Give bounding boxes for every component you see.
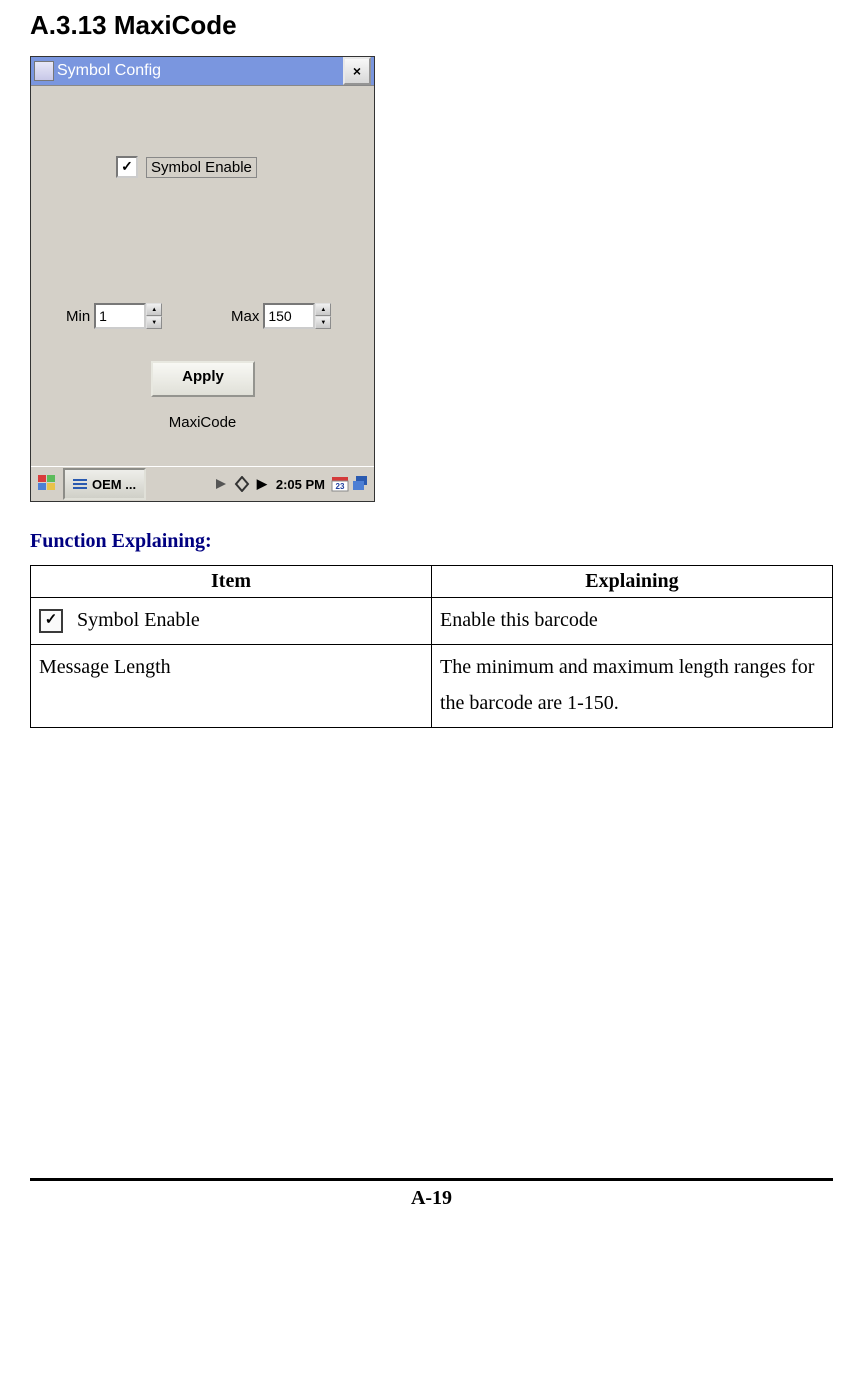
max-spin-down[interactable]: ▼	[315, 316, 331, 329]
tray-icon-2[interactable]	[233, 475, 251, 493]
tray-arrow-icon: ▶	[257, 476, 267, 492]
header-explaining: Explaining	[432, 566, 833, 598]
cell-message-length-explaining: The minimum and maximum length ranges fo…	[432, 645, 833, 728]
checkbox-icon: ✓	[39, 609, 63, 633]
cell-message-length-item: Message Length	[31, 645, 432, 728]
footer-divider	[30, 1178, 833, 1181]
header-item: Item	[31, 566, 432, 598]
tray-icon-1[interactable]	[212, 475, 230, 493]
min-spin-down[interactable]: ▼	[146, 316, 162, 329]
cell-symbol-enable-item: ✓ Symbol Enable	[31, 598, 432, 645]
explain-table: Item Explaining ✓ Symbol Enable Enable th…	[30, 565, 833, 728]
window-icon	[34, 61, 54, 81]
apply-button[interactable]: Apply	[151, 361, 255, 397]
tray-calendar-icon[interactable]: 23	[331, 475, 349, 493]
table-row: Message Length The minimum and maximum l…	[31, 645, 833, 728]
svg-text:23: 23	[336, 482, 345, 491]
window-titlebar: Symbol Config ×	[31, 57, 374, 86]
tray-windows-icon[interactable]	[352, 475, 370, 493]
taskbar-app-label: OEM ...	[92, 477, 136, 492]
tray-clock: 2:05 PM	[276, 477, 325, 492]
cell-item-text: Symbol Enable	[77, 609, 200, 631]
max-spin-up[interactable]: ▲	[315, 303, 331, 316]
taskbar: OEM ... ▶ 2:05 PM 23	[31, 466, 374, 501]
symbol-enable-row: ✓ Symbol Enable	[116, 156, 257, 178]
section-heading: A.3.13 MaxiCode	[30, 10, 833, 41]
oem-icon	[73, 479, 87, 489]
max-input[interactable]: 150	[263, 303, 315, 329]
function-explaining-heading: Function Explaining:	[30, 530, 833, 553]
min-group: Min 1 ▲ ▼	[66, 303, 162, 329]
windows-flag-icon	[38, 475, 56, 493]
start-button[interactable]	[33, 470, 61, 498]
window-title: Symbol Config	[57, 62, 343, 80]
min-input[interactable]: 1	[94, 303, 146, 329]
min-label: Min	[66, 308, 90, 325]
min-spin-up[interactable]: ▲	[146, 303, 162, 316]
system-tray: ▶ 2:05 PM 23	[148, 475, 372, 493]
max-label: Max	[231, 308, 259, 325]
symbol-enable-checkbox[interactable]: ✓	[116, 156, 138, 178]
dialog-body: ✓ Symbol Enable Min 1 ▲ ▼ Max 150 ▲	[31, 86, 374, 466]
taskbar-app-button[interactable]: OEM ...	[63, 468, 146, 500]
close-button[interactable]: ×	[343, 57, 371, 85]
symbol-enable-label: Symbol Enable	[146, 157, 257, 178]
barcode-name-label: MaxiCode	[31, 414, 374, 431]
cell-symbol-enable-explaining: Enable this barcode	[432, 598, 833, 645]
max-group: Max 150 ▲ ▼	[231, 303, 331, 329]
symbol-config-screenshot: Symbol Config × ✓ Symbol Enable Min 1 ▲ …	[30, 56, 375, 502]
table-header-row: Item Explaining	[31, 566, 833, 598]
page-number: A-19	[0, 1187, 863, 1210]
table-row: ✓ Symbol Enable Enable this barcode	[31, 598, 833, 645]
